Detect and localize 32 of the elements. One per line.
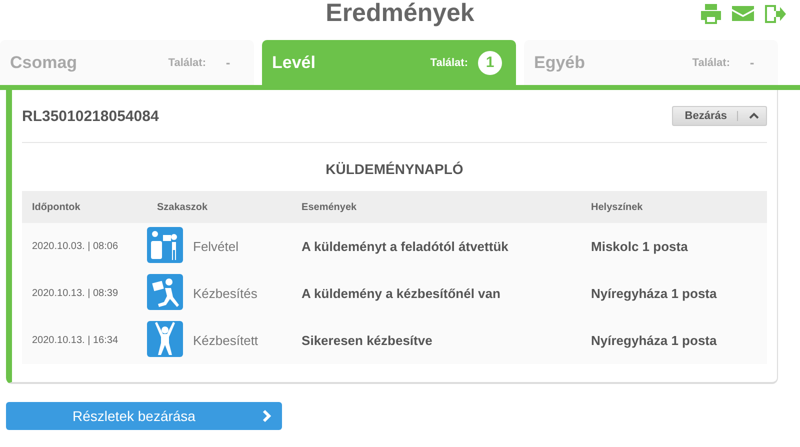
column-header: Helyszínek (581, 191, 767, 223)
result-tab[interactable]: Egyéb Találat: - (524, 40, 778, 85)
column-header: Szakaszok (147, 191, 292, 223)
chevron-right-icon (262, 409, 272, 423)
time-cell: 2020.10.13. | 16:34 (22, 317, 147, 364)
location-cell: Nyíregyháza 1 posta (581, 317, 767, 364)
cheering-person-icon (147, 321, 183, 357)
mail-icon[interactable] (732, 4, 754, 22)
event-cell: A küldemény a kézbesítőnél van (292, 270, 582, 317)
print-icon[interactable] (700, 4, 722, 24)
result-tab[interactable]: Csomag Találat: - (0, 40, 254, 85)
event-cell: Sikeresen kézbesítve (292, 317, 582, 364)
column-header: Események (292, 191, 582, 223)
log-title: KÜLDEMÉNYNAPLÓ (324, 161, 464, 177)
handover-icon (147, 227, 183, 263)
close-button[interactable]: Bezárás (672, 106, 767, 126)
location-cell: Miskolc 1 posta (581, 223, 767, 270)
location-cell: Nyíregyháza 1 posta (581, 270, 767, 317)
close-details-button[interactable]: Részletek bezárása (6, 402, 282, 430)
time-cell: 2020.10.03. | 08:06 (22, 223, 147, 270)
stage-cell: Kézbesített (183, 317, 292, 364)
column-header: Időpontok (22, 191, 147, 223)
page-title: Eredmények (326, 0, 474, 28)
stage-cell: Kézbesítés (183, 270, 292, 317)
tracking-number: RL35010218054084 (22, 108, 159, 124)
courier-icon (147, 274, 183, 310)
time-cell: 2020.10.13. | 08:39 (22, 270, 147, 317)
export-icon[interactable] (764, 4, 786, 24)
chevron-up-icon (737, 111, 760, 121)
result-tab[interactable]: Levél Találat: 1 (262, 40, 516, 85)
stage-cell: Felvétel (183, 223, 292, 270)
event-cell: A küldeményt a feladótól átvettük (292, 223, 582, 270)
